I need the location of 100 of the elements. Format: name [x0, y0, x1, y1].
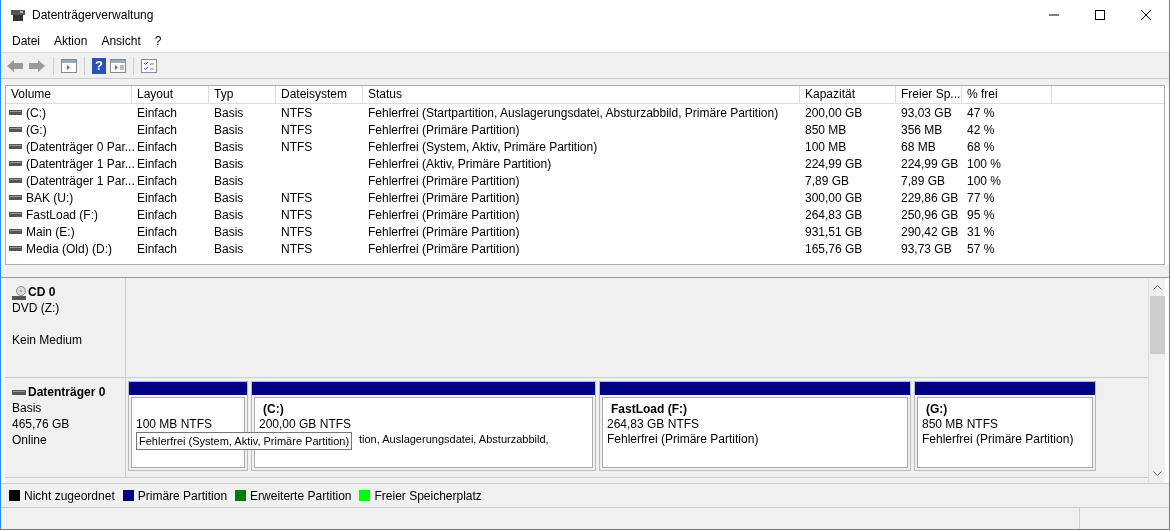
- table-cell-text: 95 %: [967, 206, 995, 224]
- partition-status: Fehlerfrei (Primäre Partition): [922, 432, 1074, 446]
- volume-icon: [9, 212, 22, 217]
- table-cell-text: 931,51 GB: [805, 223, 863, 241]
- table-cell-text: Einfach: [137, 189, 178, 207]
- table-cell-text: 165,76 GB: [805, 240, 863, 258]
- column-header[interactable]: Dateisystem: [276, 86, 363, 103]
- back-arrow-icon[interactable]: [6, 58, 24, 73]
- table-cell-text: Einfach: [137, 155, 178, 173]
- menu-item[interactable]: Ansicht: [94, 31, 148, 51]
- column-header[interactable]: % frei: [962, 86, 1052, 103]
- window-title: Datenträgerverwaltung: [32, 7, 154, 24]
- menu-item[interactable]: Aktion: [47, 31, 95, 51]
- partition-status: Fehlerfrei (Primäre Partition): [607, 432, 759, 446]
- table-cell-text: 224,99 GB: [901, 155, 959, 173]
- disk-info-text: Online: [12, 432, 48, 448]
- table-cell-text: 100 %: [967, 155, 1002, 173]
- scroll-thumb[interactable]: [1149, 296, 1165, 354]
- table-cell-text: Einfach: [137, 206, 178, 224]
- table-cell-text: 229,86 GB: [901, 189, 959, 207]
- volume-icon: [9, 195, 22, 200]
- volume-icon: [9, 246, 22, 251]
- help-icon[interactable]: ?: [92, 57, 106, 74]
- legend-label: Primäre Partition: [137, 487, 228, 505]
- column-header[interactable]: Status: [363, 86, 800, 103]
- close-icon[interactable]: [1141, 10, 1151, 20]
- legend-label: Erweiterte Partition: [250, 487, 352, 505]
- table-cell-text: 200,00 GB: [805, 104, 863, 122]
- partition-size: 100 MB NTFS: [136, 417, 213, 431]
- maximize-icon[interactable]: [1095, 10, 1105, 20]
- table-cell-text: 7,89 GB: [901, 172, 946, 190]
- table-cell-text: 42 %: [967, 121, 995, 139]
- table-cell-text: (Datenträger 1 Par...: [26, 172, 135, 190]
- menu-item[interactable]: ?: [147, 31, 169, 51]
- table-cell-text: NTFS: [281, 206, 313, 224]
- menu-item[interactable]: Datei: [5, 31, 47, 51]
- table-cell-text: Einfach: [137, 240, 178, 258]
- table-cell-text: NTFS: [281, 240, 313, 258]
- table-cell-text: 57 %: [967, 240, 995, 258]
- table-cell-text: (Datenträger 1 Par...: [26, 155, 135, 173]
- table-cell-text: Fehlerfrei (Aktiv, Primäre Partition): [368, 155, 552, 173]
- table-cell-text: Basis: [214, 223, 244, 241]
- table-cell-text: Fehlerfrei (Startpartition, Auslagerungsdatei, Absturzabbild, Primäre Partition): [368, 104, 779, 122]
- table-cell-text: (G:): [26, 121, 47, 139]
- table-cell-text: Einfach: [137, 172, 178, 190]
- column-header[interactable]: Typ: [209, 86, 276, 103]
- scroll-down-icon[interactable]: [1152, 471, 1162, 477]
- table-cell-text: Einfach: [137, 223, 178, 241]
- scroll-up-icon[interactable]: [1152, 284, 1162, 290]
- cd-drive-icon: [12, 286, 26, 300]
- table-cell-text: Basis: [214, 240, 244, 258]
- volume-icon: [9, 161, 22, 166]
- table-cell-text: 93,03 GB: [901, 104, 952, 122]
- disk-icon: [12, 390, 26, 395]
- table-cell-text: NTFS: [281, 104, 313, 122]
- properties-icon[interactable]: [141, 58, 157, 73]
- table-cell-text: NTFS: [281, 121, 313, 139]
- table-cell-text: 47 %: [967, 104, 995, 122]
- table-cell-text: Fehlerfrei (Primäre Partition): [368, 189, 520, 207]
- partition-block[interactable]: (G:) 850 MB NTFS Fehlerfrei (Primäre Partition): [914, 381, 1096, 471]
- table-cell-text: Fehlerfrei (System, Aktiv, Primäre Partition): [368, 138, 598, 156]
- table-cell-text: Fehlerfrei (Primäre Partition): [368, 223, 520, 241]
- column-header[interactable]: Kapazität: [800, 86, 896, 103]
- disk-info-text: 465,76 GB: [12, 416, 71, 432]
- table-cell-text: 250,96 GB: [901, 206, 959, 224]
- table-cell-text: 264,83 GB: [805, 206, 863, 224]
- table-cell-text: (Datenträger 0 Par...: [26, 138, 135, 156]
- disk-management-icon: [10, 8, 26, 22]
- table-cell-text: BAK (U:): [26, 189, 74, 207]
- table-cell-text: Basis: [214, 172, 244, 190]
- volume-icon: [9, 110, 22, 115]
- table-cell-text: (C:): [26, 104, 46, 122]
- scrollbar[interactable]: [1148, 278, 1165, 483]
- partition-block[interactable]: FastLoad (F:) 264,83 GB NTFS Fehlerfrei (Primäre Partition): [599, 381, 911, 471]
- table-cell-text: Einfach: [137, 104, 178, 122]
- table-cell-text: Einfach: [137, 121, 178, 139]
- table-cell-text: Media (Old) (D:): [26, 240, 112, 258]
- partition-name: FastLoad (F:): [611, 402, 687, 416]
- action-pane-icon[interactable]: [110, 58, 126, 73]
- table-cell-text: NTFS: [281, 138, 313, 156]
- table-cell-text: NTFS: [281, 223, 313, 241]
- tooltip: Fehlerfrei (System, Aktiv, Primäre Partition): [136, 432, 353, 450]
- table-cell-text: NTFS: [281, 189, 313, 207]
- volume-icon: [9, 144, 22, 149]
- table-cell-text: Main (E:): [26, 223, 75, 241]
- column-header[interactable]: Freier Sp...: [896, 86, 962, 103]
- table-cell-text: 100 MB: [805, 138, 847, 156]
- forward-arrow-icon[interactable]: [28, 58, 46, 73]
- disk-info-text: Kein Medium: [12, 332, 84, 348]
- table-cell-text: 300,00 GB: [805, 189, 863, 207]
- pane-splitter[interactable]: [1, 265, 1169, 278]
- column-header[interactable]: Volume: [6, 86, 132, 103]
- table-cell-text: 68 %: [967, 138, 995, 156]
- console-tree-icon[interactable]: [61, 58, 77, 73]
- partition-size: 200,00 GB NTFS: [259, 417, 352, 431]
- table-cell-text: 7,89 GB: [805, 172, 850, 190]
- table-cell-text: Fehlerfrei (Primäre Partition): [368, 240, 520, 258]
- table-cell-text: Fehlerfrei (Primäre Partition): [368, 206, 520, 224]
- table-cell-text: Basis: [214, 155, 244, 173]
- column-header[interactable]: Layout: [132, 86, 209, 103]
